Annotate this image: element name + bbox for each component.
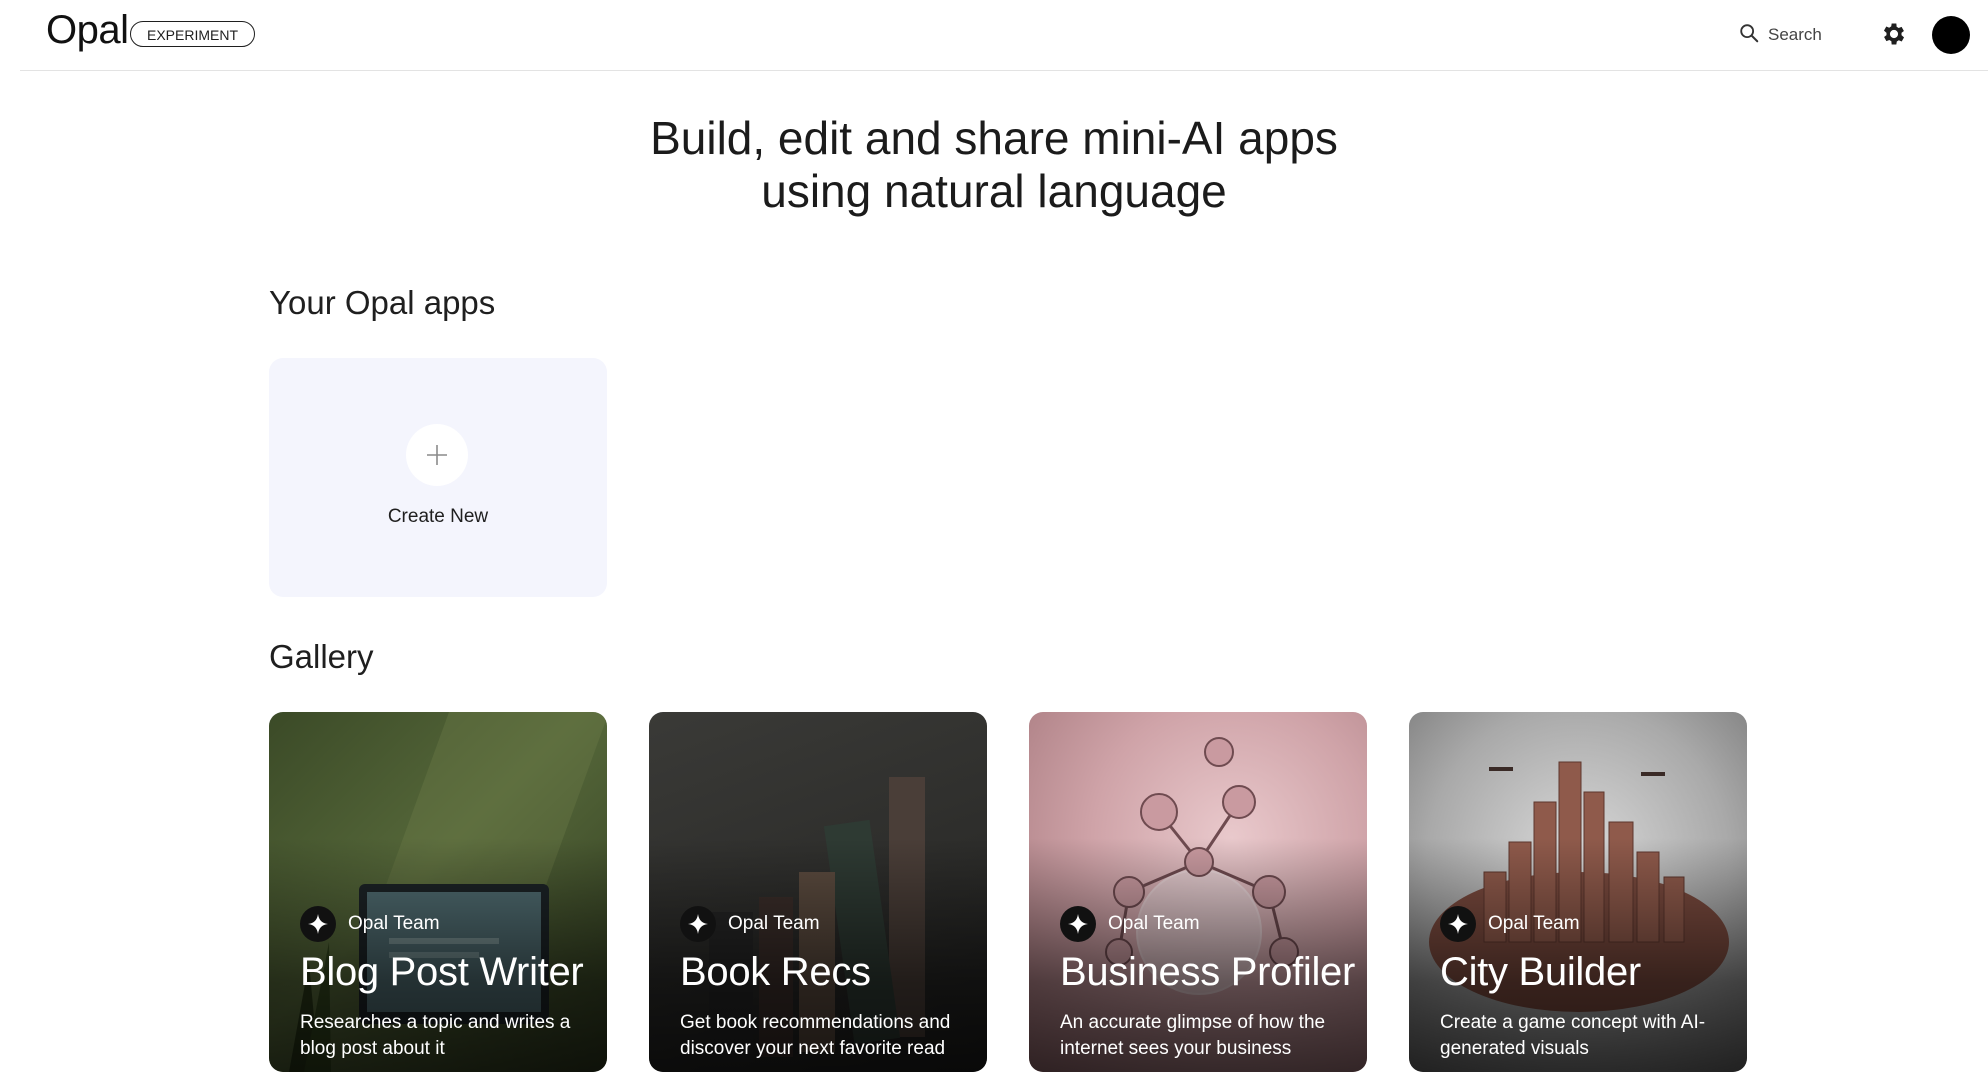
card-title: Business Profiler: [1060, 950, 1356, 994]
card-description: Get book recommendations and discover yo…: [680, 1012, 951, 1059]
card-author: Opal Team: [680, 906, 820, 942]
card-author: Opal Team: [1440, 906, 1580, 942]
author-name: Opal Team: [1108, 913, 1200, 934]
author-name: Opal Team: [728, 913, 820, 934]
hero-line-1: Build, edit and share mini-AI apps: [650, 112, 1338, 164]
create-new-label: Create New: [387, 506, 489, 527]
sparkle-icon: [1060, 906, 1096, 942]
gear-icon[interactable]: [1880, 20, 1908, 48]
create-new-card[interactable]: Create New: [269, 358, 607, 597]
card-title: City Builder: [1440, 950, 1641, 994]
author-name: Opal Team: [1488, 913, 1580, 934]
sparkle-icon: [300, 906, 336, 942]
author-name: Opal Team: [348, 913, 440, 934]
card-description: Create a game concept with AI-generated …: [1440, 1012, 1706, 1059]
card-description: Researches a topic and writes a blog pos…: [300, 1012, 571, 1059]
hero-line-2: using natural language: [761, 165, 1227, 217]
card-description: An accurate glimpse of how the internet …: [1060, 1012, 1326, 1059]
gallery-card-blog-post-writer[interactable]: Opal Team Blog Post Writer Researches a …: [269, 712, 607, 1072]
card-author: Opal Team: [300, 906, 440, 942]
search-button[interactable]: Search: [1738, 20, 1822, 50]
sparkle-icon: [1440, 906, 1476, 942]
app-logo[interactable]: Opal: [46, 8, 129, 53]
search-icon: [1738, 22, 1760, 49]
gallery-card-business-profiler[interactable]: Opal Team Business Profiler An accurate …: [1029, 712, 1367, 1072]
card-title: Blog Post Writer: [300, 950, 584, 994]
experiment-badge: EXPERIMENT: [130, 21, 256, 47]
hero-heading: Build, edit and share mini-AI apps using…: [0, 112, 1988, 218]
card-author: Opal Team: [1060, 906, 1200, 942]
top-bar: Opal EXPERIMENT Search: [20, 0, 1988, 71]
sparkle-icon: [680, 906, 716, 942]
card-title: Book Recs: [680, 950, 871, 994]
add-button[interactable]: [406, 424, 468, 486]
your-apps-title: Your Opal apps: [269, 284, 496, 321]
search-label: Search: [1768, 25, 1822, 44]
gallery-card-book-recs[interactable]: Opal Team Book Recs Get book recommendat…: [649, 712, 987, 1072]
gallery-card-city-builder[interactable]: Opal Team City Builder Create a game con…: [1409, 712, 1747, 1072]
gallery-title: Gallery: [269, 638, 374, 675]
avatar[interactable]: [1932, 16, 1970, 54]
